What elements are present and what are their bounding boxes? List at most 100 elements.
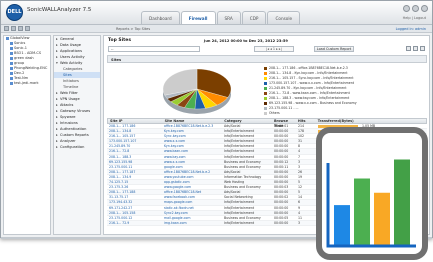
export-icon[interactable]	[420, 46, 425, 51]
table-cell[interactable]: www.x.x.com	[162, 160, 222, 164]
table-cell[interactable]: 69.171.242.27	[107, 206, 162, 210]
nav-item-configuration[interactable]: ▸ Configuration	[54, 144, 100, 150]
table-cell[interactable]: 208.1... 105.158	[107, 211, 162, 215]
table-cell[interactable]: office.1B876BEC18.Net	[162, 190, 222, 194]
table-cell: 00:00:00	[274, 190, 289, 195]
tab-firewall[interactable]: Firewall	[180, 11, 216, 24]
legend-swatch	[264, 101, 267, 105]
refresh-icon[interactable]	[11, 26, 16, 31]
legend-label: 69.123.155.98 - www.x.x.com - Business a…	[269, 101, 357, 105]
hits-value: 3	[298, 159, 301, 164]
table-cell[interactable]: 31.13.75.17	[107, 195, 162, 199]
table-cell: 3	[296, 221, 316, 226]
table-cell[interactable]: 216.1... 72.8	[107, 149, 162, 153]
table-cell[interactable]: 23.175.3.26	[107, 185, 162, 189]
filter-select[interactable]: --	[108, 46, 200, 52]
page-title: Top Sites	[108, 38, 132, 43]
hits-value: 19	[298, 174, 303, 179]
nav-item-label: Users Activity	[60, 55, 85, 59]
table-cell[interactable]: www.kaan.com	[162, 149, 222, 153]
table-cell[interactable]: 208.1... 177.186	[107, 124, 162, 128]
table-cell[interactable]: www.youtube.com	[162, 175, 222, 179]
column-header[interactable]: Category	[222, 119, 272, 123]
legend-entry: Others	[264, 111, 424, 116]
table-cell: Business and Economy	[224, 215, 261, 220]
table-cell: Ads/Social	[224, 190, 241, 195]
nav-item-label: Sites	[63, 73, 72, 77]
pager[interactable]: |◂ ◂ 1 ▸ ▸|	[254, 46, 294, 52]
icon-bar	[394, 159, 410, 245]
table-cell: 00:00:00	[274, 205, 289, 210]
table-cell[interactable]: mail.google.com	[162, 216, 222, 220]
table-icon[interactable]	[413, 46, 418, 51]
table-cell[interactable]: 173.194.43.32	[107, 200, 162, 204]
column-header[interactable]: Transferred(Bytes)	[316, 119, 426, 123]
settings-icon[interactable]	[412, 5, 419, 12]
hits-value: 5	[298, 180, 301, 185]
table-cell[interactable]: 74.125.7.15	[107, 180, 162, 184]
table-cell: Ads/Social	[224, 124, 241, 128]
nav-item-label: Initiators	[63, 79, 79, 83]
table-cell[interactable]: google.com	[162, 165, 222, 169]
chart-type-icon[interactable]	[406, 46, 411, 51]
tab-console[interactable]: Console	[267, 11, 301, 24]
column-header[interactable]: Site IP	[108, 119, 163, 123]
table-cell[interactable]: app.gstatic.com	[162, 180, 222, 184]
table-cell[interactable]: 208.1... 134.9	[107, 175, 162, 179]
table-cell[interactable]: Kyn.kay.com	[162, 129, 222, 133]
tree-item[interactable]: test-jedi-mark	[4, 81, 50, 86]
table-cell[interactable]: 208.1... 188.3	[107, 155, 162, 159]
table-cell[interactable]: 216.1... 105.157	[107, 134, 162, 138]
back-icon[interactable]	[4, 26, 9, 31]
table-cell[interactable]: www.x.x.com	[162, 139, 222, 143]
table-cell[interactable]: 208.1... 177.188	[107, 190, 162, 194]
device-icon	[10, 76, 13, 80]
table-cell[interactable]: Sync2.kay.com	[162, 211, 222, 215]
table-cell[interactable]: 23.175.000.11	[107, 165, 162, 169]
table-cell[interactable]: 208.1... 177.187	[107, 170, 162, 174]
export-icon[interactable]	[18, 26, 23, 31]
legend-swatch	[264, 81, 267, 85]
tab-cdp[interactable]: CDP	[241, 11, 267, 24]
table-cell[interactable]: static.ak.fbcdn.net	[162, 206, 222, 210]
date-range[interactable]: Jun 24, 2012 00:00 to Dec 23, 2012 23:59	[204, 39, 288, 43]
legend-swatch	[264, 66, 267, 70]
tab-sra[interactable]: SRA	[216, 11, 241, 24]
column-header[interactable]: Hits	[296, 119, 316, 123]
help-icon[interactable]	[403, 5, 410, 12]
table-cell[interactable]: 21.245.89.70	[107, 144, 162, 148]
table-cell[interactable]: 173.000.157.107	[107, 139, 162, 143]
column-header[interactable]: Site Name	[163, 119, 223, 123]
table-cell[interactable]: 23.175.000.12	[107, 216, 162, 220]
top-links[interactable]: Help | Logout	[403, 16, 426, 20]
tree-item-label: Sonic-1	[14, 46, 27, 50]
legend-label: 216.1... 105.157 - Sync.kay.com - Info/E…	[269, 76, 354, 80]
table-cell[interactable]: Kyn.kay.com	[162, 144, 222, 148]
table-cell[interactable]: office.1B876BEC18.Net.b.e.2.3	[162, 124, 222, 128]
load-report-button[interactable]: Load Custom Report	[314, 46, 354, 52]
table-cell[interactable]: www.kay.com	[162, 155, 222, 159]
hits-value: 3	[298, 164, 301, 169]
table-cell: 00:00:12	[274, 159, 289, 164]
table-cell[interactable]: Sync.kay.com	[162, 134, 222, 138]
logout-icon[interactable]	[421, 5, 428, 12]
table-cell[interactable]: 208.1... 134.8	[107, 129, 162, 133]
table-cell[interactable]: img.kaan.com	[162, 221, 222, 225]
print-icon[interactable]	[25, 26, 30, 31]
tree-item-label: GlobalView	[10, 36, 30, 40]
table-cell: 00:00:00	[274, 200, 289, 205]
nav-item-label: VPN Usage	[60, 97, 80, 101]
table-cell[interactable]: www.google.com	[162, 185, 222, 189]
table-cell[interactable]: 69.123.155.98	[107, 160, 162, 164]
hits-value: 26	[298, 169, 303, 174]
column-header[interactable]: Browse Time	[272, 119, 296, 128]
tab-dashboard[interactable]: Dashboard	[141, 11, 180, 24]
table-cell[interactable]: www.facebook.com	[162, 195, 222, 199]
hits-value: 102	[298, 134, 305, 139]
table-cell[interactable]: 216.1... 72.9	[107, 221, 162, 225]
table-cell[interactable]: maps.google.com	[162, 200, 222, 204]
hits-value: 4	[298, 149, 301, 154]
user-link[interactable]: Logged in: admin	[396, 27, 426, 31]
table-cell[interactable]: office.1B876BEC18.Net.b.e.2	[162, 170, 222, 174]
tree-item-label: green dash	[14, 56, 34, 60]
